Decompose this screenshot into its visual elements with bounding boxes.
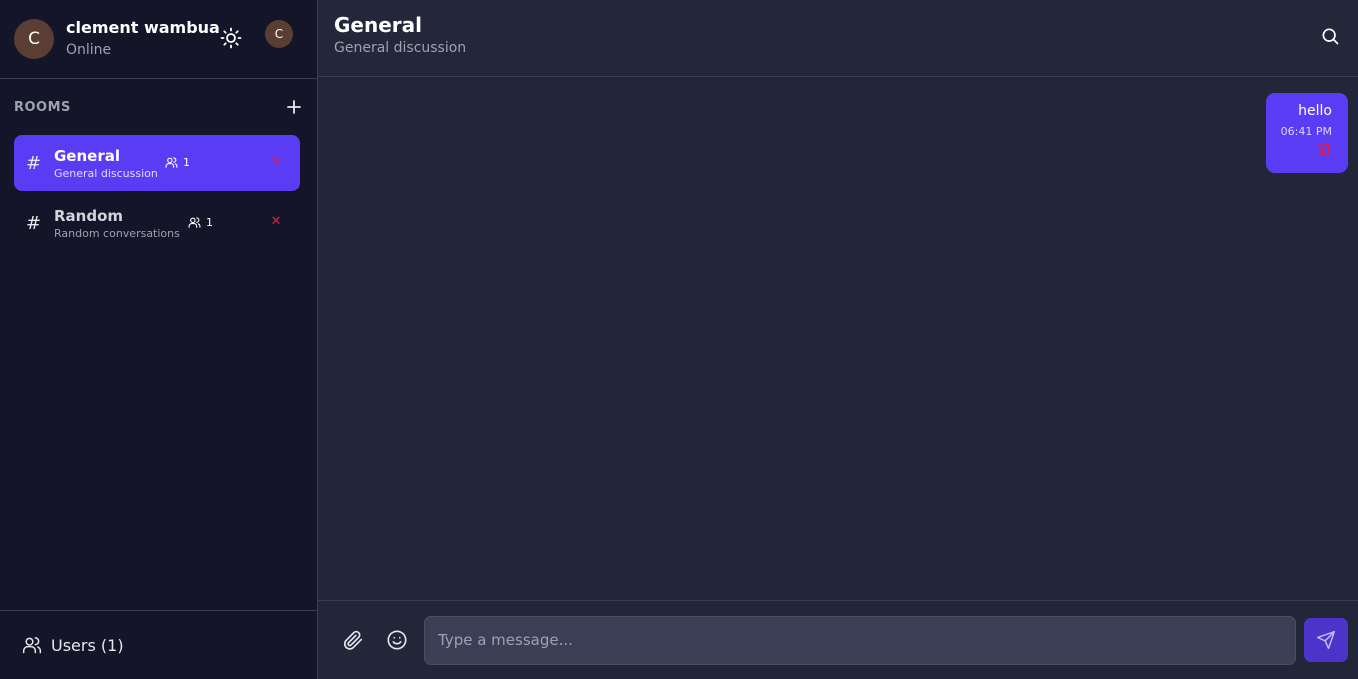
theme-toggle-button[interactable] bbox=[219, 26, 243, 50]
smile-icon bbox=[387, 630, 407, 650]
users-icon bbox=[165, 157, 178, 168]
member-count: 1 bbox=[183, 156, 190, 169]
delete-room-button[interactable]: ✕ bbox=[269, 154, 283, 170]
chat-title: General bbox=[334, 13, 422, 37]
attach-button[interactable] bbox=[342, 629, 364, 651]
delete-message-button[interactable] bbox=[1316, 141, 1332, 157]
delete-room-button[interactable]: ✕ bbox=[269, 214, 283, 230]
rooms-title: ROOMS bbox=[14, 99, 71, 115]
user-avatar[interactable]: C bbox=[14, 19, 54, 59]
room-description: General discussion bbox=[54, 166, 158, 180]
message-bubble: hello 06:41 PM bbox=[1266, 93, 1348, 173]
member-count: 1 bbox=[206, 216, 213, 229]
search-button[interactable] bbox=[1320, 26, 1340, 46]
room-name: Random bbox=[54, 206, 124, 225]
room-item-random[interactable]: # Random Random conversations 1 ✕ bbox=[14, 195, 300, 251]
chat-header: General General discussion bbox=[318, 0, 1358, 77]
user-status: Online bbox=[66, 42, 112, 58]
users-list-button[interactable]: Users (1) bbox=[0, 610, 317, 679]
message-time: 06:41 PM bbox=[1280, 125, 1332, 138]
close-icon: ✕ bbox=[270, 214, 282, 229]
room-description: Random conversations bbox=[54, 226, 180, 240]
close-icon: ✕ bbox=[270, 154, 282, 169]
hash-icon: # bbox=[26, 152, 42, 174]
chat-subtitle: General discussion bbox=[334, 40, 467, 56]
sidebar: C clement wambua Online C ROOMS # Genera… bbox=[0, 0, 318, 679]
room-member-count: 1 bbox=[165, 156, 190, 169]
hash-icon: # bbox=[26, 212, 42, 234]
send-icon bbox=[1316, 630, 1336, 650]
room-member-count: 1 bbox=[188, 216, 213, 229]
search-icon bbox=[1322, 28, 1339, 45]
chat-main: General General discussion hello 06:41 P… bbox=[318, 0, 1358, 679]
chat-app: C clement wambua Online C ROOMS # Genera… bbox=[0, 0, 1358, 679]
message-composer bbox=[318, 600, 1358, 679]
profile-avatar-button[interactable]: C bbox=[265, 20, 293, 48]
user-info: clement wambua Online bbox=[66, 18, 220, 60]
message-text: hello bbox=[1298, 103, 1332, 119]
users-label: Users (1) bbox=[51, 635, 124, 655]
trash-icon bbox=[1317, 143, 1331, 156]
emoji-button[interactable] bbox=[386, 629, 408, 651]
room-text: Random Random conversations bbox=[54, 206, 180, 241]
paperclip-icon bbox=[343, 630, 363, 650]
message-list: hello 06:41 PM bbox=[318, 77, 1358, 600]
room-item-general[interactable]: # General General discussion 1 ✕ bbox=[14, 135, 300, 191]
users-icon bbox=[22, 637, 42, 654]
room-name: General bbox=[54, 146, 120, 165]
send-button[interactable] bbox=[1304, 618, 1348, 662]
plus-icon bbox=[287, 100, 301, 114]
room-text: General General discussion bbox=[54, 146, 158, 181]
sun-icon bbox=[220, 27, 242, 49]
message-input[interactable] bbox=[424, 615, 1296, 665]
user-header: C clement wambua Online C bbox=[0, 0, 317, 79]
add-room-button[interactable] bbox=[285, 98, 303, 116]
users-icon bbox=[188, 217, 201, 228]
user-name: clement wambua bbox=[66, 18, 220, 37]
rooms-header: ROOMS bbox=[0, 79, 317, 135]
